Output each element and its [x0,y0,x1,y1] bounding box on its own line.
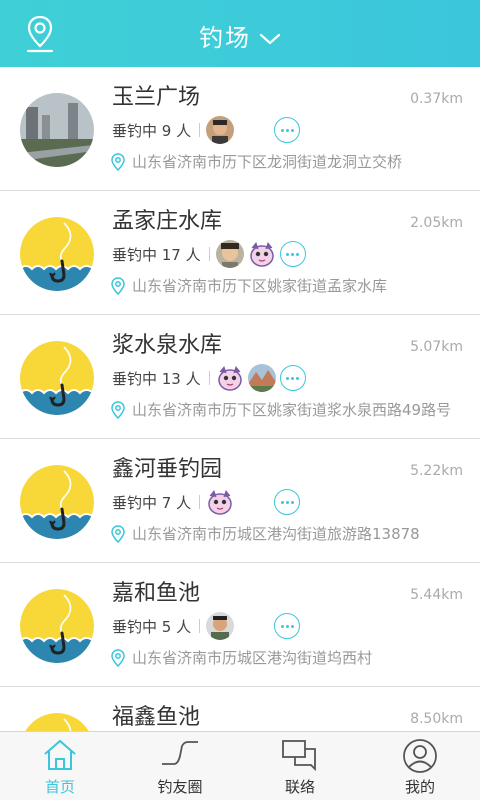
spot-name: 浆水泉水库 [112,333,223,358]
angler-avatar[interactable] [247,240,276,268]
angler-avatar[interactable] [215,240,244,268]
angler-count: 垂钓中 17 人 [112,245,201,264]
category-dropdown[interactable]: 钓场 [0,18,480,53]
address-row: 山东省济南市历下区姚家街道浆水泉西路49路号 [110,399,451,420]
spot-avatar [20,589,94,663]
divider [199,495,201,509]
spot-distance: 0.37km [410,91,463,107]
tab-label: 钓友圈 [157,778,203,796]
spot-name: 孟家庄水库 [112,209,223,234]
tab-home[interactable]: 首页 [0,732,120,800]
angler-row: 垂钓中 13 人 [112,363,306,393]
address-pin-icon [111,400,125,419]
more-anglers-button[interactable] [274,489,301,515]
page-title: 钓场 [199,24,251,52]
address-pin-icon [111,152,125,171]
spot-name: 嘉和鱼池 [112,581,201,606]
more-anglers-button[interactable] [274,117,301,143]
angler-avatar[interactable] [206,116,235,144]
bottom-tab-bar: 首页 钓友圈 联络 我的 [0,731,480,800]
spot-name: 玉兰广场 [112,85,201,110]
spot-avatar [20,217,94,291]
angler-count: 垂钓中 13 人 [112,369,201,388]
spot-avatar [20,713,94,731]
spot-distance: 5.07km [410,339,463,355]
spot-avatar [20,465,94,539]
spot-list-item[interactable]: 玉兰广场 0.37km 垂钓中 9 人山东省济南市历下区龙洞街道龙洞立交桥 [0,67,480,191]
fishing-hook-icon [20,465,94,539]
angler-count: 垂钓中 7 人 [112,493,192,512]
spot-address: 山东省济南市历下区姚家街道浆水泉西路49路号 [132,401,452,419]
spot-name: 鑫河垂钓园 [112,457,223,482]
spot-address: 山东省济南市历下区姚家街道孟家水库 [132,277,388,295]
angler-count: 垂钓中 5 人 [112,617,192,636]
angler-row: 垂钓中 17 人 [112,239,306,269]
more-anglers-button[interactable] [279,241,306,267]
spot-distance: 5.44km [410,587,463,603]
fishing-hook-icon [20,217,94,291]
more-anglers-button[interactable] [279,365,306,391]
divider [199,619,201,633]
angler-avatar[interactable] [206,488,235,516]
spot-avatar [20,93,94,167]
spot-list-item[interactable]: 浆水泉水库 5.07km 垂钓中 13 人山东省济南市历下区姚家街道浆水泉西路49路… [0,315,480,439]
fishing-hook-icon [20,341,94,415]
angler-row: 垂钓中 7 人 [112,487,301,517]
address-row: 山东省济南市历下区龙洞街道龙洞立交桥 [110,151,402,172]
angler-avatar[interactable] [247,364,276,392]
spot-distance: 2.05km [410,215,463,231]
spot-list[interactable]: 玉兰广场 0.37km 垂钓中 9 人山东省济南市历下区龙洞街道龙洞立交桥孟家庄水库… [0,67,480,731]
address-pin-icon [111,276,125,295]
angler-row: 垂钓中 5 人 [112,611,301,641]
angler-count: 垂钓中 9 人 [112,121,192,140]
spot-list-item[interactable]: 孟家庄水库 2.05km 垂钓中 17 人山东省济南市历下区姚家街道孟家水库 [0,191,480,315]
fishing-hook-icon [20,589,94,663]
spot-avatar [20,341,94,415]
spot-list-item[interactable]: 鑫河垂钓园 5.22km 垂钓中 7 人山东省济南市历城区港沟街道旅游路13878 [0,439,480,563]
spot-address: 山东省济南市历城区港沟街道坞西村 [132,649,373,667]
address-pin-icon [111,648,125,667]
app-header: 钓场 [0,0,480,67]
spot-photo [20,93,94,167]
spot-distance: 5.22km [410,463,463,479]
tab-user[interactable]: 我的 [360,732,480,800]
divider [208,371,210,385]
chevron-down-icon [259,33,281,45]
angler-avatar[interactable] [206,612,235,640]
spot-list-item[interactable]: 福鑫鱼池 8.50km [0,687,480,731]
spot-distance: 8.50km [410,711,463,727]
tab-chat[interactable]: 联络 [240,732,360,800]
tab-circle[interactable]: 钓友圈 [120,732,240,800]
spot-address: 山东省济南市历下区龙洞街道龙洞立交桥 [132,153,403,171]
tab-label: 首页 [44,778,75,796]
divider [208,247,210,261]
divider [199,123,201,137]
address-pin-icon [111,524,125,543]
tab-label: 联络 [284,778,315,796]
angler-row: 垂钓中 9 人 [112,115,301,145]
spot-name: 福鑫鱼池 [112,705,201,730]
address-row: 山东省济南市历城区港沟街道旅游路13878 [110,523,420,544]
fishing-hook-icon [25,713,89,731]
spot-address: 山东省济南市历城区港沟街道旅游路13878 [132,525,420,543]
more-anglers-button[interactable] [274,613,301,639]
address-row: 山东省济南市历下区姚家街道孟家水库 [110,275,387,296]
tab-label: 我的 [404,778,435,796]
address-row: 山东省济南市历城区港沟街道坞西村 [110,647,372,668]
spot-list-item[interactable]: 嘉和鱼池 5.44km 垂钓中 5 人山东省济南市历城区港沟街道坞西村 [0,563,480,687]
angler-avatar[interactable] [215,364,244,392]
